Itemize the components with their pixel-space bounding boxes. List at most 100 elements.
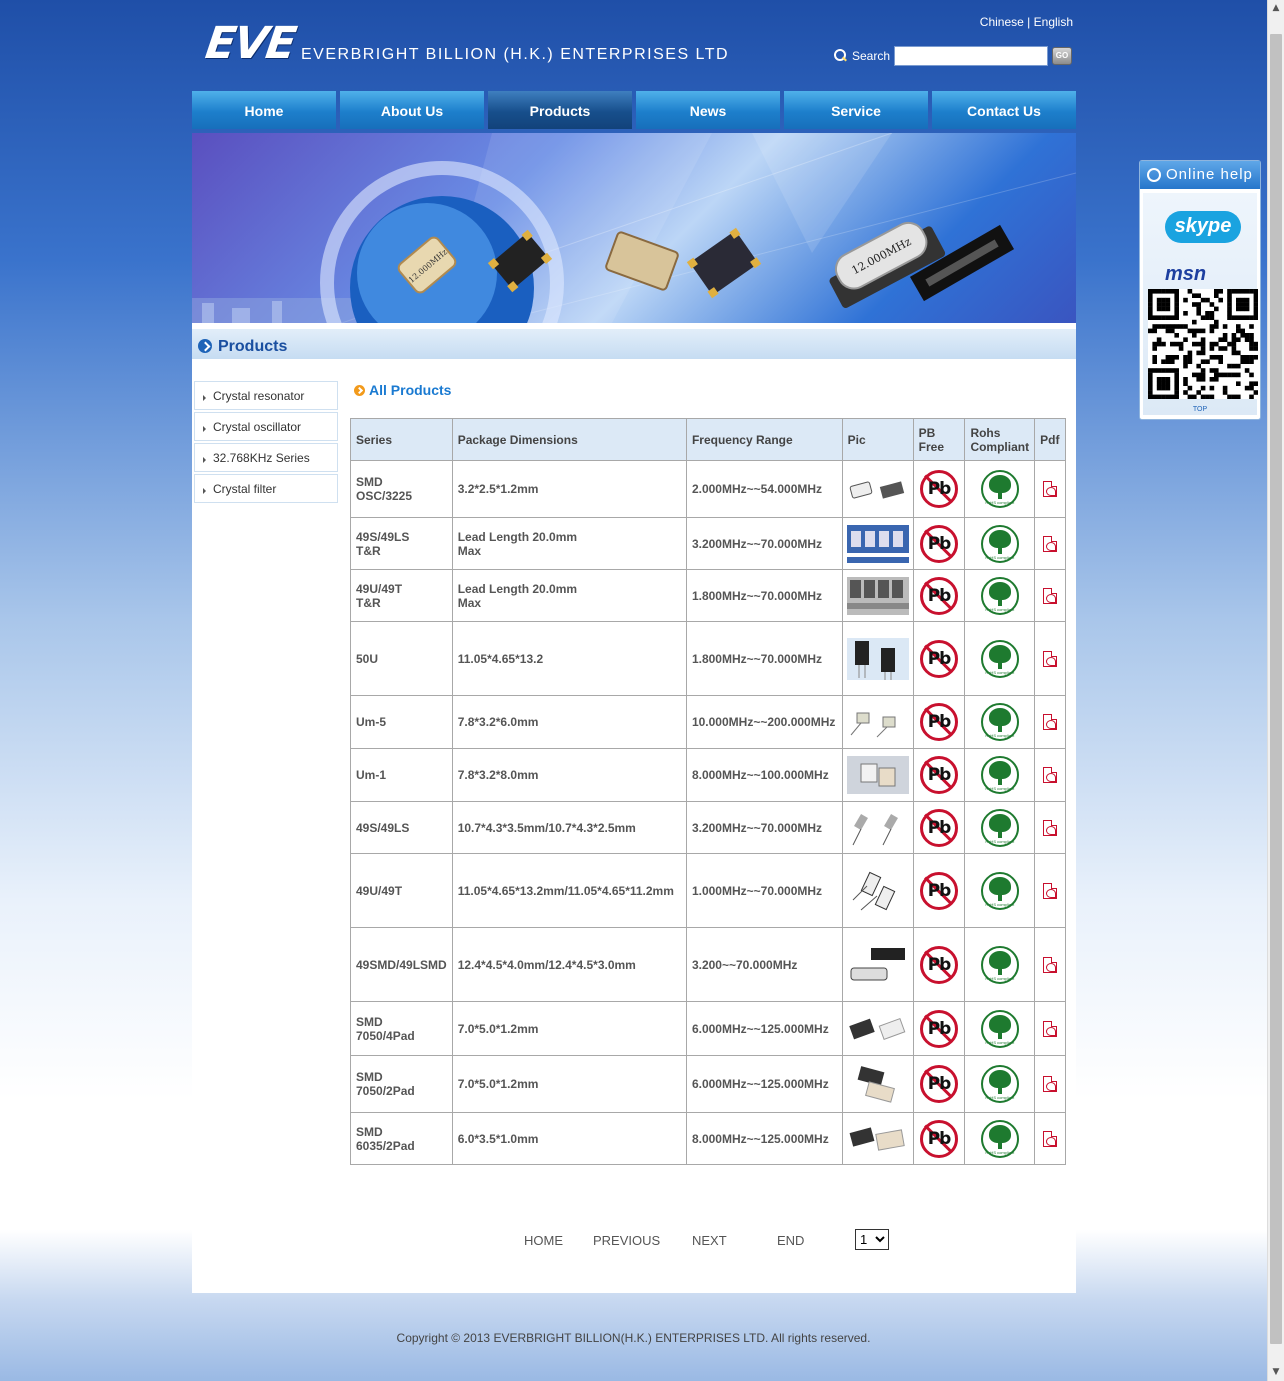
- cell-frequency: 1.800MHz~~70.000MHz: [685, 569, 843, 622]
- product-thumbnail[interactable]: [847, 1008, 909, 1050]
- cell-frequency: 3.200~~70.000MHz: [685, 927, 843, 1002]
- sidebar-item-crystal-resonator[interactable]: Crystal resonator: [194, 381, 338, 410]
- pdf-icon[interactable]: [1043, 882, 1058, 899]
- nav-products[interactable]: Products: [488, 91, 632, 129]
- cell-pic[interactable]: [841, 927, 914, 1002]
- product-thumbnail[interactable]: [847, 807, 909, 849]
- cell-rohs: RoHS compliant: [964, 695, 1036, 749]
- cell-pdf[interactable]: [1034, 1112, 1066, 1165]
- product-thumbnail[interactable]: [847, 944, 909, 986]
- cell-pdf[interactable]: [1034, 569, 1066, 622]
- pb-header-line1: PB: [918, 425, 936, 440]
- nav-service[interactable]: Service: [784, 91, 928, 129]
- cell-pb-free: Pb: [912, 621, 966, 696]
- page-select[interactable]: 1: [855, 1229, 889, 1250]
- cell-pic[interactable]: [841, 853, 914, 928]
- cell-pic[interactable]: [841, 801, 914, 854]
- cell-pic[interactable]: [841, 569, 914, 622]
- pager-next-link[interactable]: NEXT: [692, 1233, 727, 1248]
- product-thumbnail[interactable]: [847, 870, 909, 912]
- product-thumbnail[interactable]: [846, 637, 909, 680]
- search-go-button[interactable]: GO: [1052, 47, 1072, 65]
- pb-free-icon: Pb: [920, 945, 959, 984]
- company-logo[interactable]: EVE: [202, 18, 297, 69]
- cell-pdf[interactable]: [1034, 927, 1066, 1002]
- nav-news[interactable]: News: [636, 91, 780, 129]
- series-line1: SMD: [356, 475, 383, 489]
- pdf-icon[interactable]: [1043, 956, 1058, 973]
- cell-pic[interactable]: [841, 517, 914, 570]
- pb-free-icon: Pb: [920, 639, 959, 678]
- cell-pic[interactable]: [841, 1055, 914, 1113]
- nav-contact-us[interactable]: Contact Us: [932, 91, 1076, 129]
- pager-previous-link[interactable]: PREVIOUS: [593, 1233, 660, 1248]
- msn-logo-button[interactable]: msn: [1165, 263, 1206, 286]
- back-to-top-link[interactable]: TOP: [1143, 406, 1257, 413]
- sidebar-item-crystal-oscillator[interactable]: Crystal oscillator: [194, 412, 338, 441]
- package-line1: 7.8*3.2*8.0mm: [457, 768, 539, 782]
- cell-pdf[interactable]: [1034, 460, 1066, 518]
- cell-pic[interactable]: [841, 1112, 914, 1165]
- product-thumbnail[interactable]: [846, 754, 909, 796]
- table-row: 49U/49T T&R Lead Length 20.0mm Max 1.800MHz~…: [350, 569, 1066, 622]
- pagination: HOME PREVIOUS NEXT END 1: [522, 1229, 902, 1253]
- cell-pic[interactable]: [841, 1001, 914, 1056]
- cell-pdf[interactable]: [1034, 801, 1066, 854]
- pdf-icon[interactable]: [1043, 1130, 1058, 1147]
- scroll-up-icon[interactable]: ▲: [1268, 0, 1284, 17]
- table-row: 49S/49LS 10.7*4.3*3.5mm/10.7*4.3*2.5mm 3.2…: [350, 801, 1066, 854]
- cell-pdf[interactable]: [1034, 621, 1066, 696]
- table-header-row: Series Package Dimensions Frequency Rang…: [350, 418, 1066, 461]
- cell-rohs: RoHS compliant: [964, 517, 1036, 570]
- cell-pdf[interactable]: [1034, 1055, 1066, 1113]
- search-input[interactable]: [894, 46, 1048, 66]
- cell-pic[interactable]: [841, 460, 914, 518]
- product-thumbnail[interactable]: [847, 468, 909, 510]
- cell-pic[interactable]: [841, 695, 914, 749]
- page-scrollbar[interactable]: ▲ ▼: [1267, 0, 1284, 1381]
- lang-chinese-link[interactable]: Chinese: [980, 15, 1024, 29]
- table-row: 49U/49T 11.05*4.65*13.2mm/11.05*4.65*11.2…: [350, 853, 1066, 928]
- series-line1: Um-5: [356, 715, 387, 729]
- section-header: Products: [192, 329, 1076, 359]
- product-thumbnail[interactable]: [847, 1118, 909, 1160]
- cell-pic[interactable]: [841, 621, 914, 696]
- lang-english-link[interactable]: English: [1034, 15, 1073, 29]
- scroll-thumb[interactable]: [1270, 34, 1282, 1344]
- cell-series: SMD OSC/3225: [350, 460, 453, 518]
- cell-package: 11.05*4.65*13.2: [451, 621, 687, 696]
- sidebar-item-32768khz-series[interactable]: 32.768KHz Series: [194, 443, 338, 472]
- skype-logo-button[interactable]: skype: [1165, 211, 1241, 243]
- product-thumbnail[interactable]: [846, 575, 909, 617]
- cell-pic[interactable]: [841, 748, 914, 802]
- pdf-icon[interactable]: [1043, 535, 1058, 552]
- cell-pdf[interactable]: [1034, 853, 1066, 928]
- scroll-down-icon[interactable]: ▼: [1268, 1364, 1284, 1381]
- cell-pdf[interactable]: [1034, 1001, 1066, 1056]
- pdf-icon[interactable]: [1043, 650, 1058, 667]
- qr-code-icon: [1148, 289, 1258, 399]
- pdf-icon[interactable]: [1043, 1076, 1058, 1092]
- pdf-icon[interactable]: [1043, 714, 1058, 730]
- cell-pdf[interactable]: [1034, 695, 1066, 749]
- sidebar-item-crystal-filter[interactable]: Crystal filter: [194, 474, 338, 503]
- product-thumbnail[interactable]: [847, 1063, 909, 1105]
- pb-free-icon: Pb: [920, 524, 959, 563]
- search-bar: Search GO: [832, 46, 1072, 66]
- cell-pdf[interactable]: [1034, 748, 1066, 802]
- nav-home[interactable]: Home: [192, 91, 336, 129]
- pdf-icon[interactable]: [1043, 481, 1058, 497]
- orange-arrow-icon: [354, 385, 365, 396]
- pager-end-link[interactable]: END: [777, 1233, 804, 1248]
- product-thumbnail[interactable]: [846, 523, 909, 565]
- page-title: Products: [218, 338, 288, 355]
- cell-pdf[interactable]: [1034, 517, 1066, 570]
- pdf-icon[interactable]: [1043, 587, 1058, 604]
- pdf-icon[interactable]: [1043, 767, 1058, 783]
- product-thumbnail[interactable]: [847, 701, 909, 743]
- pdf-icon[interactable]: [1043, 1020, 1058, 1037]
- rohs-label: RoHS compliant: [985, 975, 1015, 981]
- nav-about-us[interactable]: About Us: [340, 91, 484, 129]
- pdf-icon[interactable]: [1043, 819, 1058, 836]
- pager-home-link[interactable]: HOME: [524, 1233, 563, 1248]
